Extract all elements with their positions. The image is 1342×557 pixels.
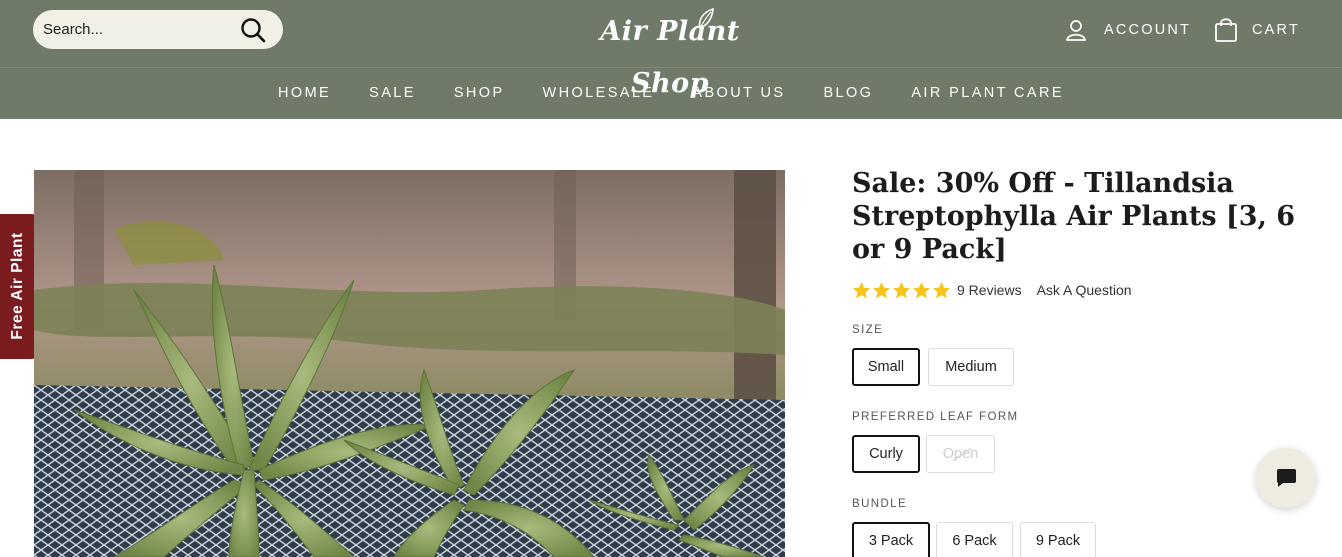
bundle-option-9-pack[interactable]: 9 Pack	[1020, 522, 1096, 557]
star-icon	[912, 281, 931, 298]
nav-item-air-plant-care[interactable]: AIR PLANT CARE	[911, 85, 1064, 101]
chat-button[interactable]	[1256, 448, 1316, 508]
product-title: Sale: 30% Off - Tillandsia Streptophylla…	[852, 168, 1296, 265]
star-icon	[852, 281, 871, 298]
star-icon	[892, 281, 911, 298]
reviews-link[interactable]: 9 Reviews	[957, 282, 1022, 298]
user-icon	[1066, 20, 1086, 41]
site-logo[interactable]: Air Plant Shop	[560, 6, 780, 99]
bundle-option-3-pack[interactable]: 3 Pack	[852, 522, 930, 557]
star-icon	[932, 281, 951, 298]
nav-item-home[interactable]: HOME	[278, 85, 331, 101]
star-rating[interactable]	[852, 281, 951, 300]
leaf-form-label: PREFERRED LEAF FORM	[852, 411, 1019, 423]
search-input[interactable]	[43, 10, 233, 49]
bundle-label: BUNDLE	[852, 498, 908, 510]
product-image[interactable]	[34, 170, 785, 557]
account-label: ACCOUNT	[1104, 22, 1192, 38]
cart-link[interactable]: CART	[1214, 14, 1300, 46]
size-option-medium[interactable]: Medium	[928, 348, 1014, 386]
nav-item-shop[interactable]: SHOP	[454, 85, 505, 101]
product-photo	[34, 170, 785, 557]
nav-item-wholesale[interactable]: WHOLESALE	[543, 85, 655, 101]
size-label: SIZE	[852, 324, 884, 336]
ask-question-link[interactable]: Ask A Question	[1037, 282, 1132, 298]
product-rating: 9 Reviews Ask A Question	[852, 280, 1132, 300]
account-link[interactable]: ACCOUNT	[1064, 14, 1191, 46]
search-button[interactable]	[240, 17, 270, 47]
free-air-plant-label: Free Air Plant	[9, 232, 26, 340]
main-nav: HOME SALE SHOP WHOLESALE ABOUT US BLOG A…	[0, 67, 1342, 119]
bundle-option-6-pack[interactable]: 6 Pack	[936, 522, 1013, 557]
search-icon	[241, 18, 266, 43]
cart-label: CART	[1252, 22, 1301, 38]
chat-bubble-icon	[1277, 469, 1296, 487]
shopping-bag-icon	[1215, 18, 1237, 42]
nav-item-blog[interactable]: BLOG	[823, 85, 873, 101]
nav-item-sale[interactable]: SALE	[369, 85, 416, 101]
leaf-icon	[698, 8, 714, 30]
free-air-plant-tab[interactable]: Free Air Plant	[0, 214, 36, 359]
leaf-form-option-curly[interactable]: Curly	[852, 435, 920, 473]
star-icon	[872, 281, 891, 298]
leaf-form-option-open[interactable]: Open	[926, 435, 995, 473]
nav-item-about-us[interactable]: ABOUT US	[692, 85, 785, 101]
size-option-small[interactable]: Small	[852, 348, 920, 386]
